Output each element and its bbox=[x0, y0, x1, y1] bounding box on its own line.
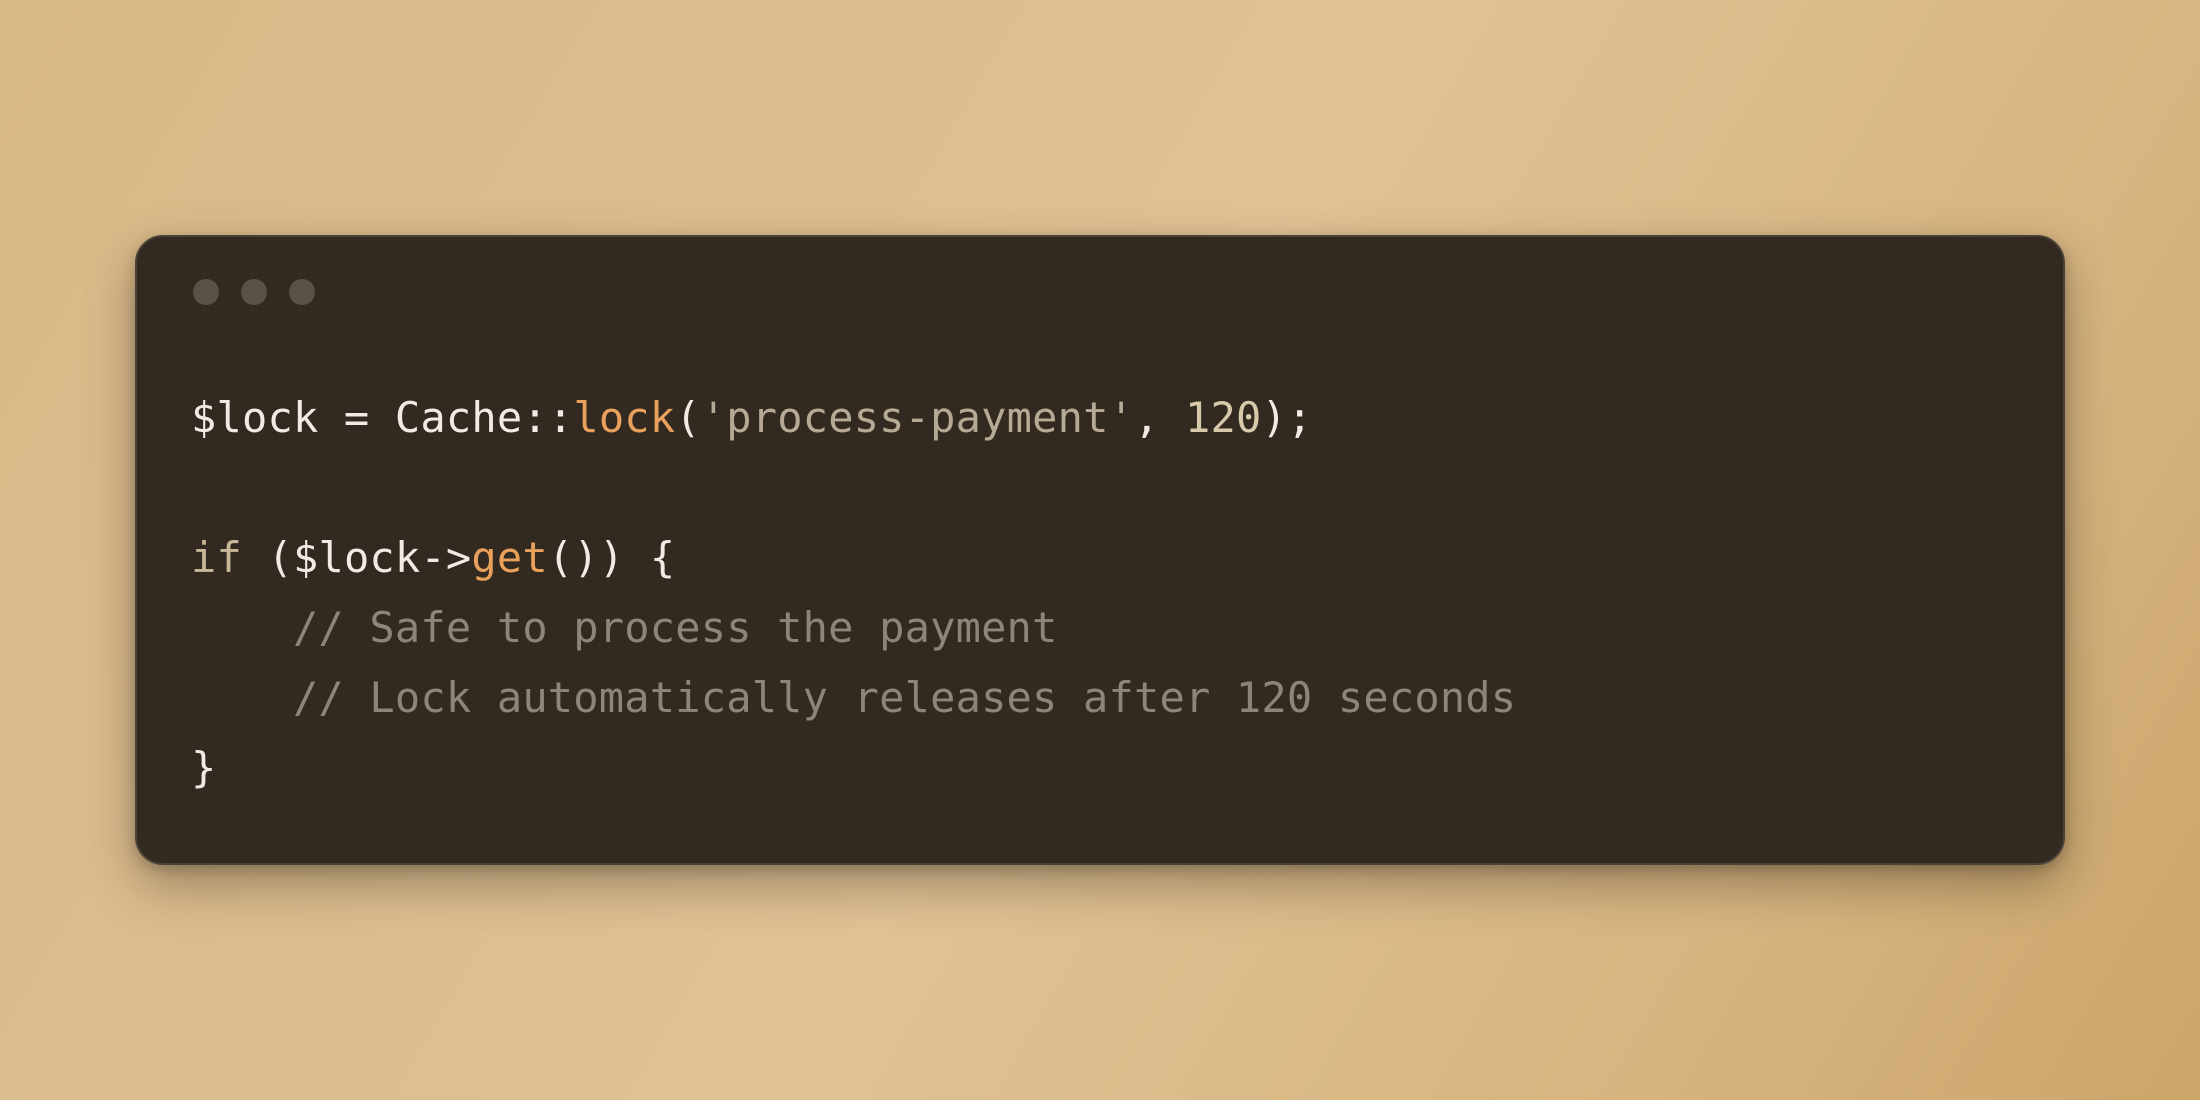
code-token: Cache bbox=[395, 393, 522, 442]
code-token: = bbox=[318, 393, 394, 442]
code-token: :: bbox=[522, 393, 573, 442]
code-token: // Safe to process the payment bbox=[191, 603, 1058, 652]
code-token: , bbox=[1134, 393, 1185, 442]
code-window: $lock = Cache::lock('process-payment', 1… bbox=[135, 235, 2065, 866]
code-token: ); bbox=[1262, 393, 1313, 442]
traffic-light-zoom-icon[interactable] bbox=[289, 279, 315, 305]
code-token: ( bbox=[242, 533, 293, 582]
code-token: lock bbox=[573, 393, 675, 442]
code-token: get bbox=[471, 533, 547, 582]
code-token: } bbox=[191, 743, 217, 792]
code-token: if bbox=[191, 533, 242, 582]
window-titlebar bbox=[191, 279, 2009, 305]
code-token: 120 bbox=[1185, 393, 1261, 442]
code-token: ) { bbox=[599, 533, 675, 582]
code-token: $lock bbox=[293, 533, 420, 582]
code-token: () bbox=[548, 533, 599, 582]
code-token: 'process-payment' bbox=[701, 393, 1134, 442]
code-token: $lock bbox=[191, 393, 318, 442]
code-token: -> bbox=[420, 533, 471, 582]
traffic-light-close-icon[interactable] bbox=[193, 279, 219, 305]
traffic-light-minimize-icon[interactable] bbox=[241, 279, 267, 305]
code-token: ( bbox=[675, 393, 701, 442]
code-token: // Lock automatically releases after 120… bbox=[191, 673, 1516, 722]
code-snippet: $lock = Cache::lock('process-payment', 1… bbox=[191, 383, 2009, 804]
